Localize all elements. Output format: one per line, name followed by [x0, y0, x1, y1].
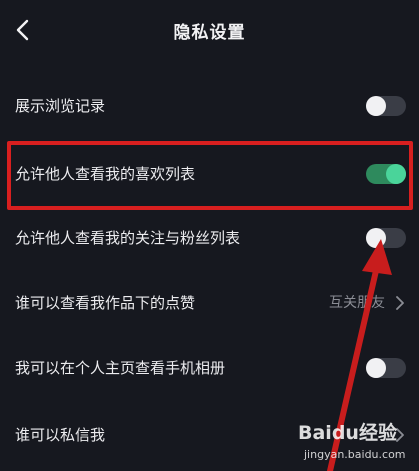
- baidu-watermark: Baidu经验 jingyan.baidu.com: [298, 418, 414, 468]
- watermark-url: jingyan.baidu.com: [304, 448, 406, 461]
- watermark-brand: Baidu经验: [298, 422, 397, 444]
- annotation-arrow: [327, 239, 392, 471]
